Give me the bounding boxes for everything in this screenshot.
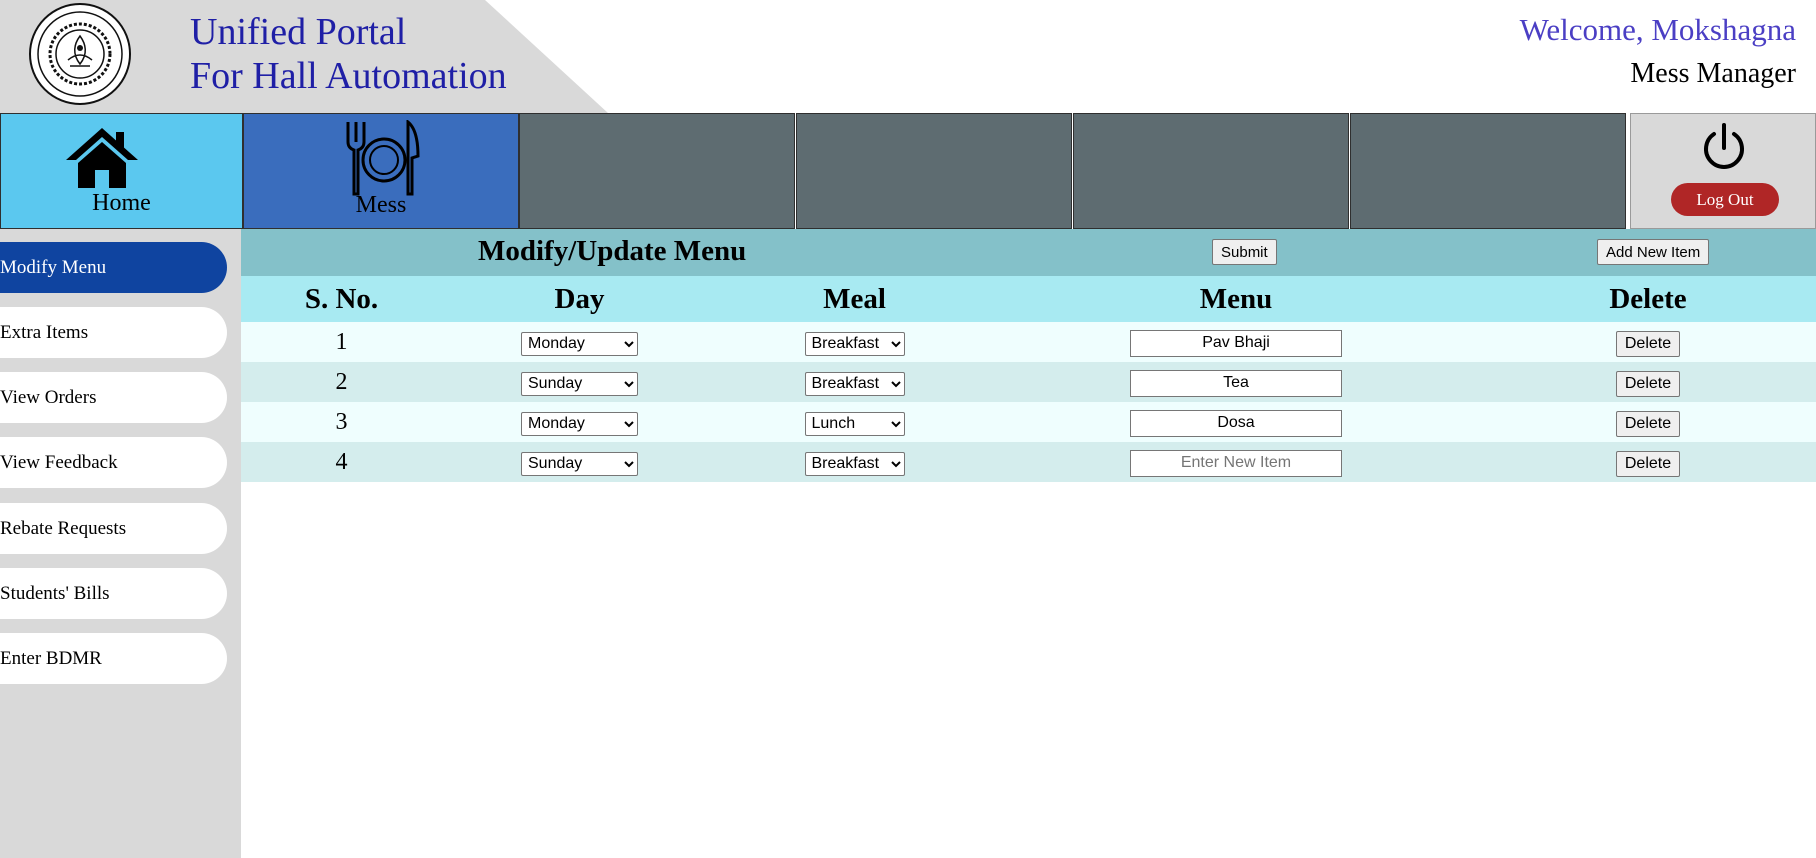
header: Unified Portal For Hall Automation Welco… [0,0,1816,113]
submit-button[interactable]: Submit [1212,239,1277,265]
nav-tile-empty-1 [519,113,795,229]
portal-title-line2: For Hall Automation [190,55,507,97]
column-header-meal: Meal [717,276,992,322]
menu-table: S. No. Day Meal Menu Delete 1 MondayTues… [241,276,1816,482]
menu-item-input[interactable] [1130,449,1342,477]
sidebar-item-rebate-requests[interactable]: Rebate Requests [0,503,227,554]
sidebar-item-enter-bdmr[interactable]: Enter BDMR [0,633,227,684]
nav-tile-home[interactable]: Home [0,113,243,229]
nav-tile-logout: Log Out [1630,113,1816,229]
nav-tile-empty-2 [796,113,1072,229]
delete-button[interactable]: Delete [1615,450,1681,477]
column-header-day: Day [442,276,717,322]
column-header-menu: Menu [992,276,1480,322]
welcome-text: Welcome, Mokshagna [1519,12,1796,47]
delete-button[interactable]: Delete [1615,410,1681,437]
page-title: Modify/Update Menu [478,235,747,267]
column-header-sno: S. No. [241,276,442,322]
table-row: 4 MondayTuesdayWednesdayThursdayFridaySa… [241,442,1816,482]
meal-select[interactable]: BreakfastLunchSnacksDinner [804,411,905,436]
menu-item-input[interactable] [1130,329,1342,357]
portal-title-line1: Unified Portal [190,11,407,53]
sidebar-item-modify-menu[interactable]: Modify Menu [0,242,227,293]
table-header-row: S. No. Day Meal Menu Delete [241,276,1816,322]
sidebar-item-extra-items[interactable]: Extra Items [0,307,227,358]
table-row: 2 MondayTuesdayWednesdayThursdayFridaySa… [241,362,1816,402]
menu-toolbar: Modify/Update Menu Submit Add New Item [241,229,1816,276]
day-select[interactable]: MondayTuesdayWednesdayThursdayFridaySatu… [521,411,638,436]
row-sno: 2 [241,362,442,402]
column-header-delete: Delete [1480,276,1816,322]
power-icon [1704,123,1744,169]
portal-title: Unified Portal For Hall Automation [190,10,507,98]
role-text: Mess Manager [1630,58,1796,89]
nav-tile-empty-3 [1073,113,1349,229]
nav-mess-label: Mess [355,192,407,218]
day-select[interactable]: MondayTuesdayWednesdayThursdayFridaySatu… [521,331,638,356]
add-new-item-button[interactable]: Add New Item [1597,239,1710,265]
day-select[interactable]: MondayTuesdayWednesdayThursdayFridaySatu… [521,451,638,476]
meal-select[interactable]: BreakfastLunchSnacksDinner [804,451,905,476]
table-row: 3 MondayTuesdayWednesdayThursdayFridaySa… [241,402,1816,442]
menu-item-input[interactable] [1130,369,1342,397]
row-sno: 1 [241,322,442,362]
logout-button[interactable]: Log Out [1671,183,1779,216]
row-sno: 3 [241,402,442,442]
delete-button[interactable]: Delete [1615,330,1681,357]
sidebar-item-students-bills[interactable]: Students' Bills [0,568,227,619]
sidebar-item-view-feedback[interactable]: View Feedback [0,437,227,488]
nav-home-label: Home [92,190,151,216]
delete-button[interactable]: Delete [1615,370,1681,397]
meal-select[interactable]: BreakfastLunchSnacksDinner [804,331,905,356]
iit-kanpur-seal-icon [28,2,132,106]
menu-item-input[interactable] [1130,409,1342,437]
table-row: 1 MondayTuesdayWednesdayThursdayFridaySa… [241,322,1816,362]
nav-tile-empty-4 [1350,113,1626,229]
home-icon [66,128,138,188]
meal-select[interactable]: BreakfastLunchSnacksDinner [804,371,905,396]
row-sno: 4 [241,442,442,482]
sidebar-item-view-orders[interactable]: View Orders [0,372,227,423]
fork-plate-knife-icon [346,120,420,196]
top-nav: Home Mess Log Out [0,113,1816,229]
day-select[interactable]: MondayTuesdayWednesdayThursdayFridaySatu… [521,371,638,396]
nav-tile-mess[interactable]: Mess [243,113,519,229]
sidebar: Modify Menu Extra Items View Orders View… [0,229,241,858]
